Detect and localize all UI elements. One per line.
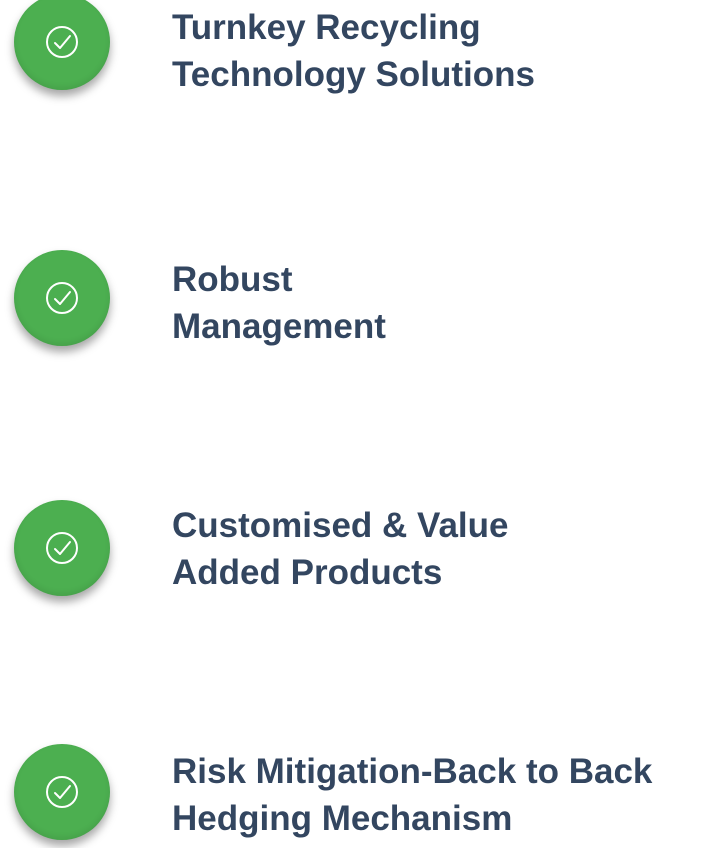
- feature-item: Risk Mitigation-Back to Back Hedging Mec…: [0, 738, 708, 848]
- feature-item: Turnkey Recycling Technology Solutions: [0, 0, 708, 110]
- feature-title: Robust Management: [172, 256, 386, 350]
- check-circle-icon: [46, 282, 78, 314]
- feature-title-line2: Added Products: [172, 553, 443, 592]
- check-badge: [14, 250, 110, 346]
- feature-title: Risk Mitigation-Back to Back Hedging Mec…: [172, 748, 652, 842]
- check-circle-icon: [46, 26, 78, 58]
- feature-title-line1: Robust: [172, 260, 293, 299]
- check-badge: [14, 0, 110, 90]
- feature-title: Turnkey Recycling Technology Solutions: [172, 4, 535, 98]
- feature-title-line2: Management: [172, 307, 386, 346]
- feature-title-line1: Turnkey Recycling: [172, 8, 481, 47]
- feature-title-line1: Risk Mitigation-Back to Back: [172, 752, 653, 791]
- check-circle-icon: [46, 532, 78, 564]
- feature-item: Customised & Value Added Products: [0, 500, 708, 610]
- feature-title: Customised & Value Added Products: [172, 502, 508, 596]
- feature-item: Robust Management: [0, 250, 708, 360]
- feature-title-line2: Hedging Mechanism: [172, 799, 513, 838]
- check-circle-icon: [46, 776, 78, 808]
- check-badge: [14, 500, 110, 596]
- check-badge: [14, 744, 110, 840]
- feature-title-line2: Technology Solutions: [172, 55, 535, 94]
- feature-title-line1: Customised & Value: [172, 506, 509, 545]
